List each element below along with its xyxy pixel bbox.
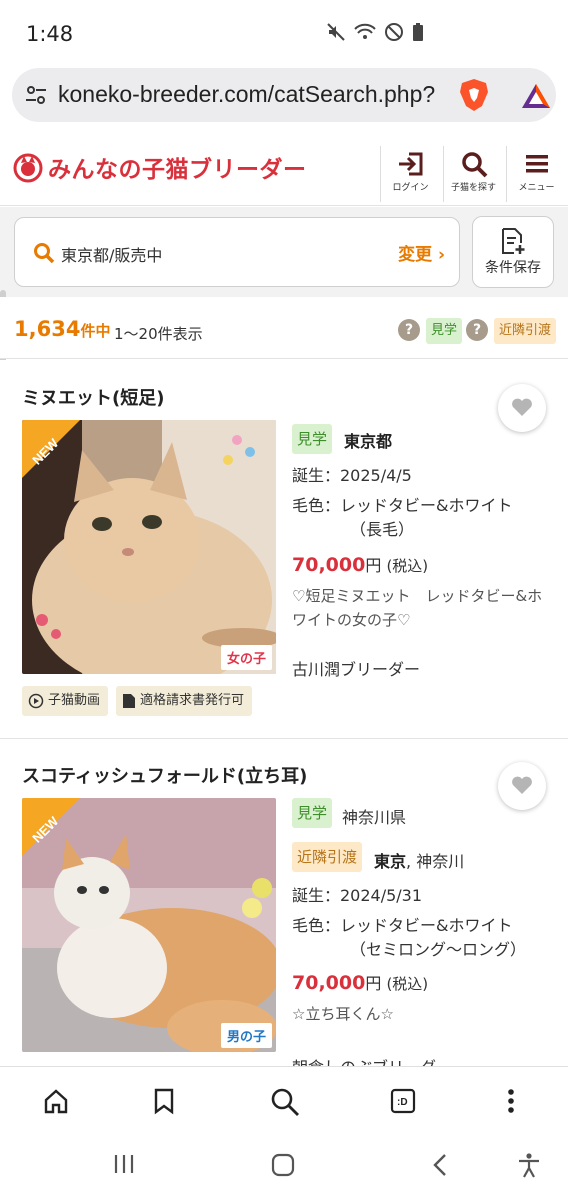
visit-tag: 見学 xyxy=(292,798,333,828)
birth-date: 誕生：2025/4/5 xyxy=(292,466,412,485)
bookmark-icon[interactable] xyxy=(152,1087,176,1115)
visit-tag: 見学 xyxy=(292,424,333,454)
breeder-name[interactable]: 古川潤ブリーダー xyxy=(292,656,420,680)
recent-apps-icon[interactable] xyxy=(112,1152,136,1176)
status-icons xyxy=(326,22,424,42)
gender-badge: 女の子 xyxy=(220,645,272,670)
accessibility-icon[interactable] xyxy=(516,1152,542,1178)
save-document-icon xyxy=(502,228,525,254)
svg-text::D: :D xyxy=(397,1097,408,1108)
mute-icon xyxy=(327,23,345,41)
back-icon[interactable] xyxy=(430,1152,450,1178)
nearby-tag: 近隣引渡 xyxy=(292,842,363,872)
card-title[interactable]: ミヌエット(短足) xyxy=(22,384,164,410)
kitten-info: 見学 東京都 誕生：2025/4/5 毛色：レッドタビー&ホワイト （長毛） 7… xyxy=(292,424,552,684)
kitten-info: 見学 神奈川県 近隣引渡 東京, 神奈川 誕生：2024/5/31 毛色：レッド… xyxy=(292,798,552,1066)
heart-icon xyxy=(512,776,532,794)
menu-label: メニュー xyxy=(518,183,555,193)
breeder-name[interactable]: 朝倉しのぶブリーダー xyxy=(292,1054,452,1066)
battery-icon xyxy=(413,23,423,41)
status-bar: 1:48 xyxy=(0,0,568,66)
price: 70,000円 (税込) xyxy=(292,554,429,576)
url-text[interactable]: koneko-breeder.com/catSearch.php? xyxy=(58,81,442,108)
document-icon xyxy=(123,694,135,708)
browser-toolbar: :D xyxy=(0,1066,568,1136)
card-title[interactable]: スコティッシュフォールド(立ち耳) xyxy=(22,762,307,788)
search-icon[interactable] xyxy=(270,1087,300,1117)
coat-length: （長毛） xyxy=(350,520,415,539)
birth-date: 誕生：2024/5/31 xyxy=(292,886,423,905)
brave-shield-icon[interactable] xyxy=(458,78,490,112)
search-kitten-button[interactable]: 子猫を探す xyxy=(443,146,503,202)
play-icon xyxy=(28,693,44,709)
kitten-description: ♡短足ミヌエット レッドタビー&ホワイトの女の子♡ xyxy=(292,587,543,629)
url-bar[interactable]: koneko-breeder.com/catSearch.php? xyxy=(12,68,556,122)
save-condition-label: 条件保存 xyxy=(485,260,541,276)
system-navigation xyxy=(0,1136,568,1199)
login-label: ログイン xyxy=(392,183,429,193)
change-condition-link[interactable]: 変更 › xyxy=(398,240,445,265)
prefecture: 東京都 xyxy=(344,432,393,451)
wifi-icon xyxy=(354,23,376,39)
site-logo[interactable]: みんなの子猫ブリーダー xyxy=(12,150,307,184)
price: 70,000円 (税込) xyxy=(292,972,429,994)
cat-logo-icon xyxy=(13,153,43,183)
menu-button[interactable]: メニュー xyxy=(506,146,566,202)
search-condition-bar: 東京都/販売中 変更 › 条件保存 xyxy=(0,207,568,297)
kitten-video-chip[interactable]: 子猫動画 xyxy=(22,686,109,716)
card-divider xyxy=(0,738,568,739)
visit-legend-tag: 見学 xyxy=(426,318,463,344)
nearby-help-icon[interactable]: ? xyxy=(466,319,488,341)
results-summary: 1,634件中 1〜20件表示 ? 見学 ? 近隣引渡 xyxy=(0,297,568,359)
gender-badge: 男の子 xyxy=(220,1023,272,1048)
coat-length: （セミロング〜ロング） xyxy=(350,940,527,959)
heart-icon xyxy=(512,398,532,416)
kitten-card[interactable]: スコティッシュフォールド(立ち耳) NEW 男の子 見学 神奈川県 近隣引渡 東… xyxy=(0,740,568,1066)
login-icon xyxy=(398,152,422,176)
search-kitten-label: 子猫を探す xyxy=(450,183,496,193)
coat-color: 毛色：レッドタビー&ホワイト xyxy=(292,496,513,515)
hamburger-icon xyxy=(525,155,548,173)
nearby-prefectures: 東京, 神奈川 xyxy=(374,852,465,871)
site-header: みんなの子猫ブリーダー ログイン 子猫を探す メニュー xyxy=(0,138,568,206)
login-button[interactable]: ログイン xyxy=(380,146,440,202)
status-time: 1:48 xyxy=(26,22,74,46)
home-icon[interactable] xyxy=(42,1087,70,1115)
result-range: 1〜20件表示 xyxy=(114,325,203,343)
search-query: 東京都/販売中 xyxy=(61,246,163,265)
prefecture: 神奈川県 xyxy=(342,808,407,827)
logo-text: みんなの子猫ブリーダー xyxy=(48,157,307,183)
save-condition-button[interactable]: 条件保存 xyxy=(472,216,554,288)
site-settings-icon[interactable] xyxy=(24,83,48,107)
tabs-icon[interactable]: :D xyxy=(389,1087,417,1115)
result-count: 1,634件中 xyxy=(14,317,111,341)
kitten-photo[interactable]: NEW 男の子 xyxy=(22,798,276,1052)
kitten-photo[interactable]: NEW 女の子 xyxy=(22,420,276,674)
blocked-icon xyxy=(385,23,403,41)
new-badge: NEW xyxy=(22,798,80,856)
new-badge: NEW xyxy=(22,420,80,478)
home-button-icon[interactable] xyxy=(270,1152,296,1178)
rewards-icon[interactable] xyxy=(520,82,552,110)
search-icon xyxy=(34,243,55,264)
nearby-legend-tag: 近隣引渡 xyxy=(494,318,557,344)
visit-help-icon[interactable]: ? xyxy=(398,319,420,341)
kitten-description: ☆立ち耳くん☆ xyxy=(292,1005,394,1023)
invoice-chip: 適格請求書発行可 xyxy=(116,686,253,716)
kitten-card[interactable]: ミヌエット(短足) NEW 女の子 見学 東京都 誕生：2025/4/5 毛色：… xyxy=(0,360,568,738)
search-condition-box[interactable]: 東京都/販売中 変更 › xyxy=(14,217,460,287)
coat-color: 毛色：レッドタビー&ホワイト xyxy=(292,916,513,935)
more-icon[interactable] xyxy=(504,1087,518,1115)
search-icon xyxy=(461,152,487,178)
